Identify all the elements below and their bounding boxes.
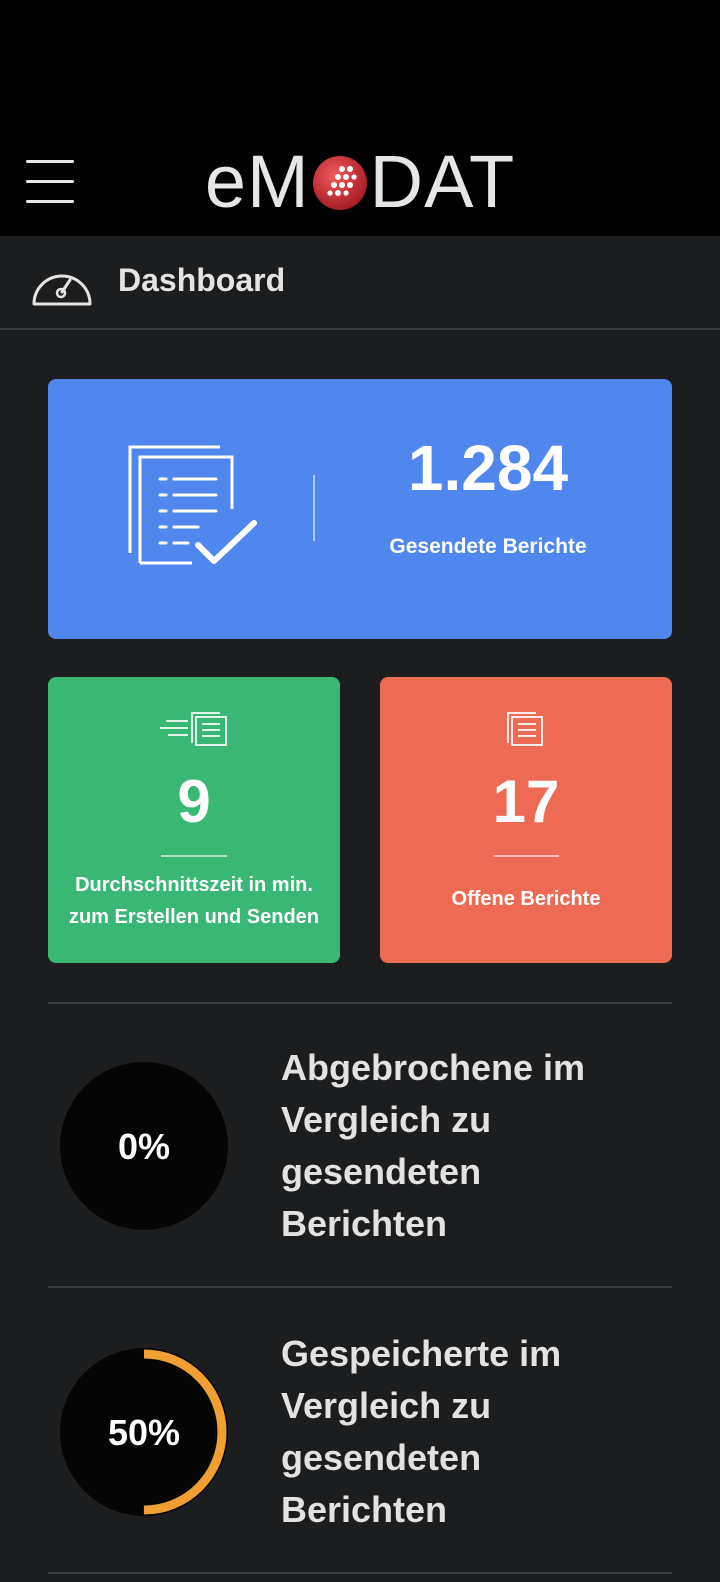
saved-ratio-line2: Vergleich zu: [281, 1385, 492, 1426]
card-divider: [313, 475, 315, 541]
logo-text-suffix: DAT: [369, 139, 516, 223]
logo-text-prefix: eM: [204, 139, 310, 223]
open-reports-label: Offene Berichte: [451, 888, 601, 910]
logo-ball-icon: [312, 156, 367, 210]
saved-ratio-line4: Berichten: [281, 1489, 448, 1530]
open-reports-card[interactable]: 17 Offene Berichte: [380, 677, 672, 963]
saved-ratio-line1: Gespeicherte im: [281, 1333, 562, 1374]
app-logo: eM DAT: [0, 136, 720, 226]
document-icon: [507, 712, 543, 746]
cancelled-ratio-line2: Vergleich zu: [281, 1099, 492, 1140]
page-title: Dashboard: [118, 262, 286, 298]
average-time-card[interactable]: 9 Durchschnittszeit in min. zum Erstelle…: [48, 677, 340, 963]
saved-ratio-line3: gesendeten: [281, 1437, 482, 1478]
saved-ratio-value: 50%: [107, 1412, 181, 1453]
section-divider: [48, 1286, 672, 1288]
card-rule: [161, 855, 227, 857]
open-reports-value: 17: [492, 768, 560, 835]
fast-document-icon: [160, 712, 227, 746]
section-divider: [48, 1002, 672, 1004]
speedometer-icon: [32, 274, 92, 306]
card-rule: [493, 855, 559, 857]
cancelled-ratio-value: 0%: [117, 1126, 171, 1167]
average-time-label-line2: zum Erstellen und Senden: [68, 906, 320, 928]
average-time-label-line1: Durchschnittszeit in min.: [75, 874, 313, 896]
average-time-value: 9: [177, 768, 211, 835]
cancelled-ratio-line4: Berichten: [281, 1203, 448, 1244]
saved-ratio-label: Gespeicherte im Vergleich zu gesendeten …: [281, 1328, 681, 1536]
cancelled-ratio-line1: Abgebrochene im: [281, 1047, 586, 1088]
document-check-icon: [128, 445, 257, 565]
sent-reports-card[interactable]: 1.284 Gesendete Berichte: [48, 379, 672, 639]
cancelled-ratio-label: Abgebrochene im Vergleich zu gesendeten …: [281, 1042, 681, 1250]
sent-reports-label: Gesendete Berichte: [389, 535, 587, 558]
dashboard-bar: [0, 236, 720, 330]
section-divider: [48, 1572, 672, 1574]
sent-reports-value: 1.284: [407, 432, 569, 504]
cancelled-ratio-line3: gesendeten: [281, 1151, 482, 1192]
